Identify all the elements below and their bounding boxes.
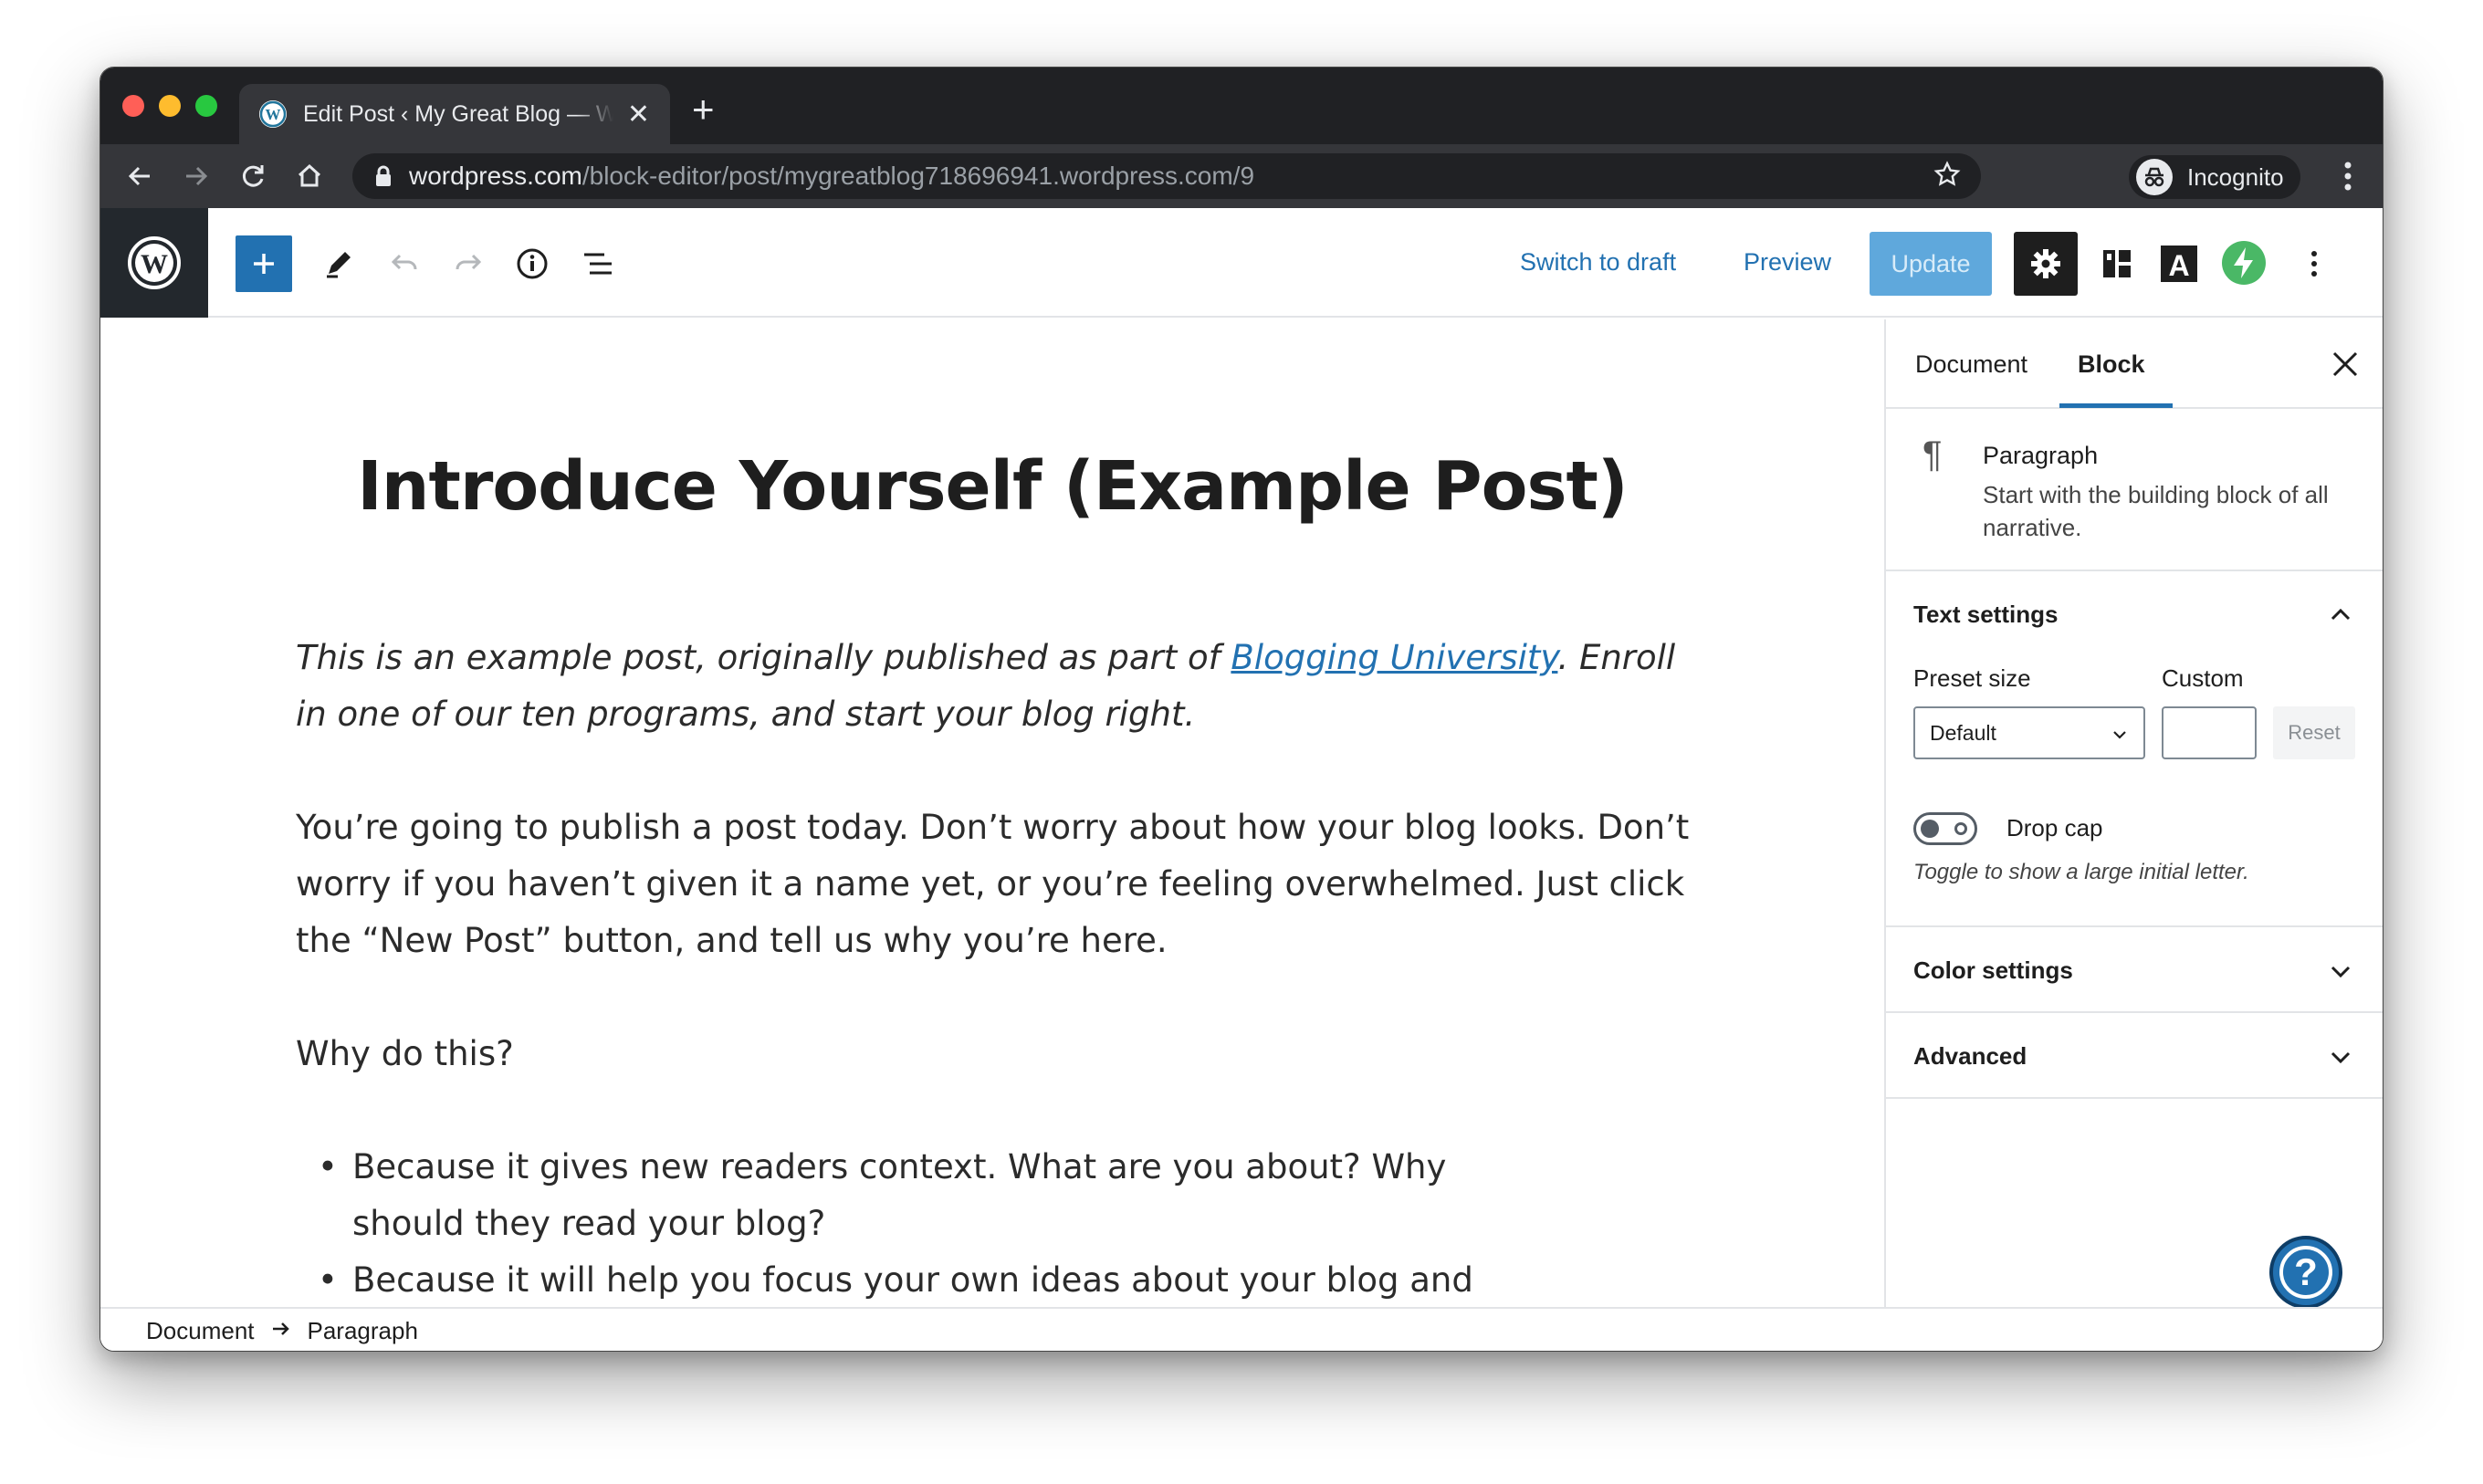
browser-tab-active[interactable]: W Edit Post ‹ My Great Blog — WordPress.… — [239, 84, 670, 144]
tab-document[interactable]: Document — [1915, 350, 2027, 379]
forward-arrow-icon[interactable] — [175, 155, 217, 197]
toggle-off-indicator — [1954, 822, 1967, 835]
preview-button[interactable]: Preview — [1744, 248, 1831, 277]
why-paragraph[interactable]: Why do this? — [296, 1026, 1692, 1082]
color-settings-title: Color settings — [1913, 956, 2073, 984]
block-breadcrumb: Document Paragraph — [100, 1307, 2383, 1351]
minimize-window-button[interactable] — [159, 95, 181, 117]
toggle-knob — [1921, 820, 1939, 838]
reset-button[interactable]: Reset — [2273, 706, 2355, 759]
lock-icon — [376, 165, 391, 186]
post-content: This is an example post, originally publ… — [296, 630, 1692, 1312]
preset-size-label: Preset size — [1913, 664, 2031, 692]
jetpack-bolt-icon[interactable] — [2218, 237, 2269, 288]
chevron-down-icon — [2328, 958, 2353, 988]
color-settings-panel: Color settings — [1886, 927, 2383, 1013]
bookmark-star-icon[interactable] — [1933, 160, 1961, 193]
settings-sidebar: Document Block ¶ Paragraph Start with th… — [1884, 319, 2383, 1312]
browser-tabbar: W Edit Post ‹ My Great Blog — WordPress.… — [100, 68, 2383, 144]
blogging-university-link[interactable]: Blogging University — [1231, 638, 1557, 677]
help-button[interactable]: ? — [2269, 1236, 2342, 1309]
chevron-down-icon — [2111, 725, 2129, 749]
info-icon[interactable] — [509, 241, 555, 287]
svg-text:A: A — [2168, 249, 2189, 282]
reasons-list[interactable]: Because it gives new readers context. Wh… — [296, 1139, 1519, 1312]
drop-cap-label: Drop cap — [2006, 814, 2103, 841]
body-paragraph[interactable]: You’re going to publish a post today. Do… — [296, 799, 1692, 969]
switch-to-draft-button[interactable]: Switch to draft — [1520, 248, 1676, 277]
undo-icon[interactable] — [382, 241, 427, 287]
back-arrow-icon[interactable] — [119, 155, 161, 197]
incognito-profile-button[interactable]: Incognito — [2129, 155, 2300, 199]
breadcrumb-document[interactable]: Document — [146, 1317, 255, 1345]
list-item: Because it gives new readers context. Wh… — [318, 1139, 1519, 1252]
url-path: /block-editor/post/mygreatblog718696941.… — [581, 162, 1255, 190]
close-sidebar-icon[interactable] — [2330, 349, 2361, 384]
chevron-up-icon — [2328, 602, 2353, 632]
text-settings-panel: Text settings Preset size Custom Default… — [1886, 571, 2383, 927]
block-card: ¶ Paragraph Start with the building bloc… — [1886, 409, 2383, 571]
wordpress-logo-icon[interactable]: W — [100, 208, 208, 318]
url-text: wordpress.com/block-editor/post/mygreatb… — [409, 162, 1254, 191]
text-settings-header[interactable]: Text settings — [1886, 571, 2383, 655]
url-host: wordpress.com — [409, 162, 582, 190]
svg-text:W: W — [141, 249, 168, 279]
block-name: Paragraph — [1983, 442, 2099, 469]
active-tab-indicator — [2059, 403, 2173, 408]
wordpress-favicon-icon: W — [259, 100, 287, 128]
browser-window: W Edit Post ‹ My Great Blog — WordPress.… — [100, 67, 2383, 1352]
drop-cap-toggle[interactable] — [1913, 812, 1977, 845]
window-controls — [122, 95, 217, 117]
intro-paragraph[interactable]: This is an example post, originally publ… — [296, 630, 1692, 743]
custom-label: Custom — [2162, 664, 2244, 692]
new-tab-icon[interactable]: + — [692, 88, 715, 131]
breadcrumb-paragraph[interactable]: Paragraph — [308, 1317, 418, 1345]
incognito-icon — [2136, 159, 2173, 195]
block-description: Start with the building block of all nar… — [1983, 481, 2329, 541]
plus-icon — [254, 254, 274, 274]
chevron-down-icon — [2328, 1044, 2353, 1074]
more-options-icon[interactable] — [2291, 241, 2337, 287]
incognito-label: Incognito — [2187, 162, 2284, 191]
address-bar[interactable]: wordpress.com/block-editor/post/mygreatb… — [352, 153, 1981, 199]
arrow-right-icon — [271, 1317, 291, 1345]
tab-title: Edit Post ‹ My Great Blog — WordPress.co… — [303, 100, 613, 127]
custom-size-input[interactable] — [2162, 706, 2257, 759]
add-block-button[interactable] — [236, 235, 292, 292]
paragraph-pilcrow-icon: ¶ — [1922, 434, 1943, 475]
drop-cap-help: Toggle to show a large initial letter. — [1913, 860, 2249, 884]
preset-size-select[interactable]: Default — [1913, 706, 2145, 759]
svg-text:W: W — [266, 106, 281, 123]
layout-grid-icon[interactable] — [2094, 241, 2140, 287]
tab-block[interactable]: Block — [2078, 350, 2145, 379]
browser-menu-icon[interactable] — [2342, 159, 2353, 198]
edit-pencil-icon[interactable] — [316, 241, 361, 287]
editor-canvas: Introduce Yourself (Example Post) This i… — [100, 319, 1884, 1312]
list-item: Because it will help you focus your own … — [318, 1252, 1519, 1312]
post-title[interactable]: Introduce Yourself (Example Post) — [100, 447, 1884, 526]
reload-icon[interactable] — [232, 155, 274, 197]
maximize-window-button[interactable] — [195, 95, 217, 117]
text-settings-body: Preset size Custom Default Reset Drop ca… — [1886, 655, 2383, 925]
home-icon[interactable] — [288, 155, 330, 197]
sidebar-tabs: Document Block — [1886, 319, 2383, 409]
tab-close-icon[interactable]: ✕ — [627, 99, 650, 131]
close-window-button[interactable] — [122, 95, 144, 117]
intro-text-before: This is an example post, originally publ… — [296, 638, 1231, 677]
font-a-icon[interactable]: A — [2151, 235, 2207, 292]
gear-icon — [2031, 249, 2060, 278]
text-settings-title: Text settings — [1913, 601, 2059, 628]
settings-button[interactable] — [2014, 232, 2078, 296]
advanced-panel: Advanced — [1886, 1013, 2383, 1099]
redo-icon[interactable] — [445, 241, 491, 287]
advanced-title: Advanced — [1913, 1042, 2027, 1070]
preset-size-value: Default — [1930, 720, 1996, 745]
update-button[interactable]: Update — [1870, 232, 1992, 296]
block-navigation-icon[interactable] — [575, 241, 621, 287]
color-settings-header[interactable]: Color settings — [1886, 927, 2383, 1011]
advanced-header[interactable]: Advanced — [1886, 1013, 2383, 1097]
question-mark-icon: ? — [2279, 1246, 2332, 1299]
browser-toolbar: wordpress.com/block-editor/post/mygreatb… — [100, 144, 2383, 208]
editor-header: W Switch to draft Preview Update A — [100, 208, 2383, 318]
